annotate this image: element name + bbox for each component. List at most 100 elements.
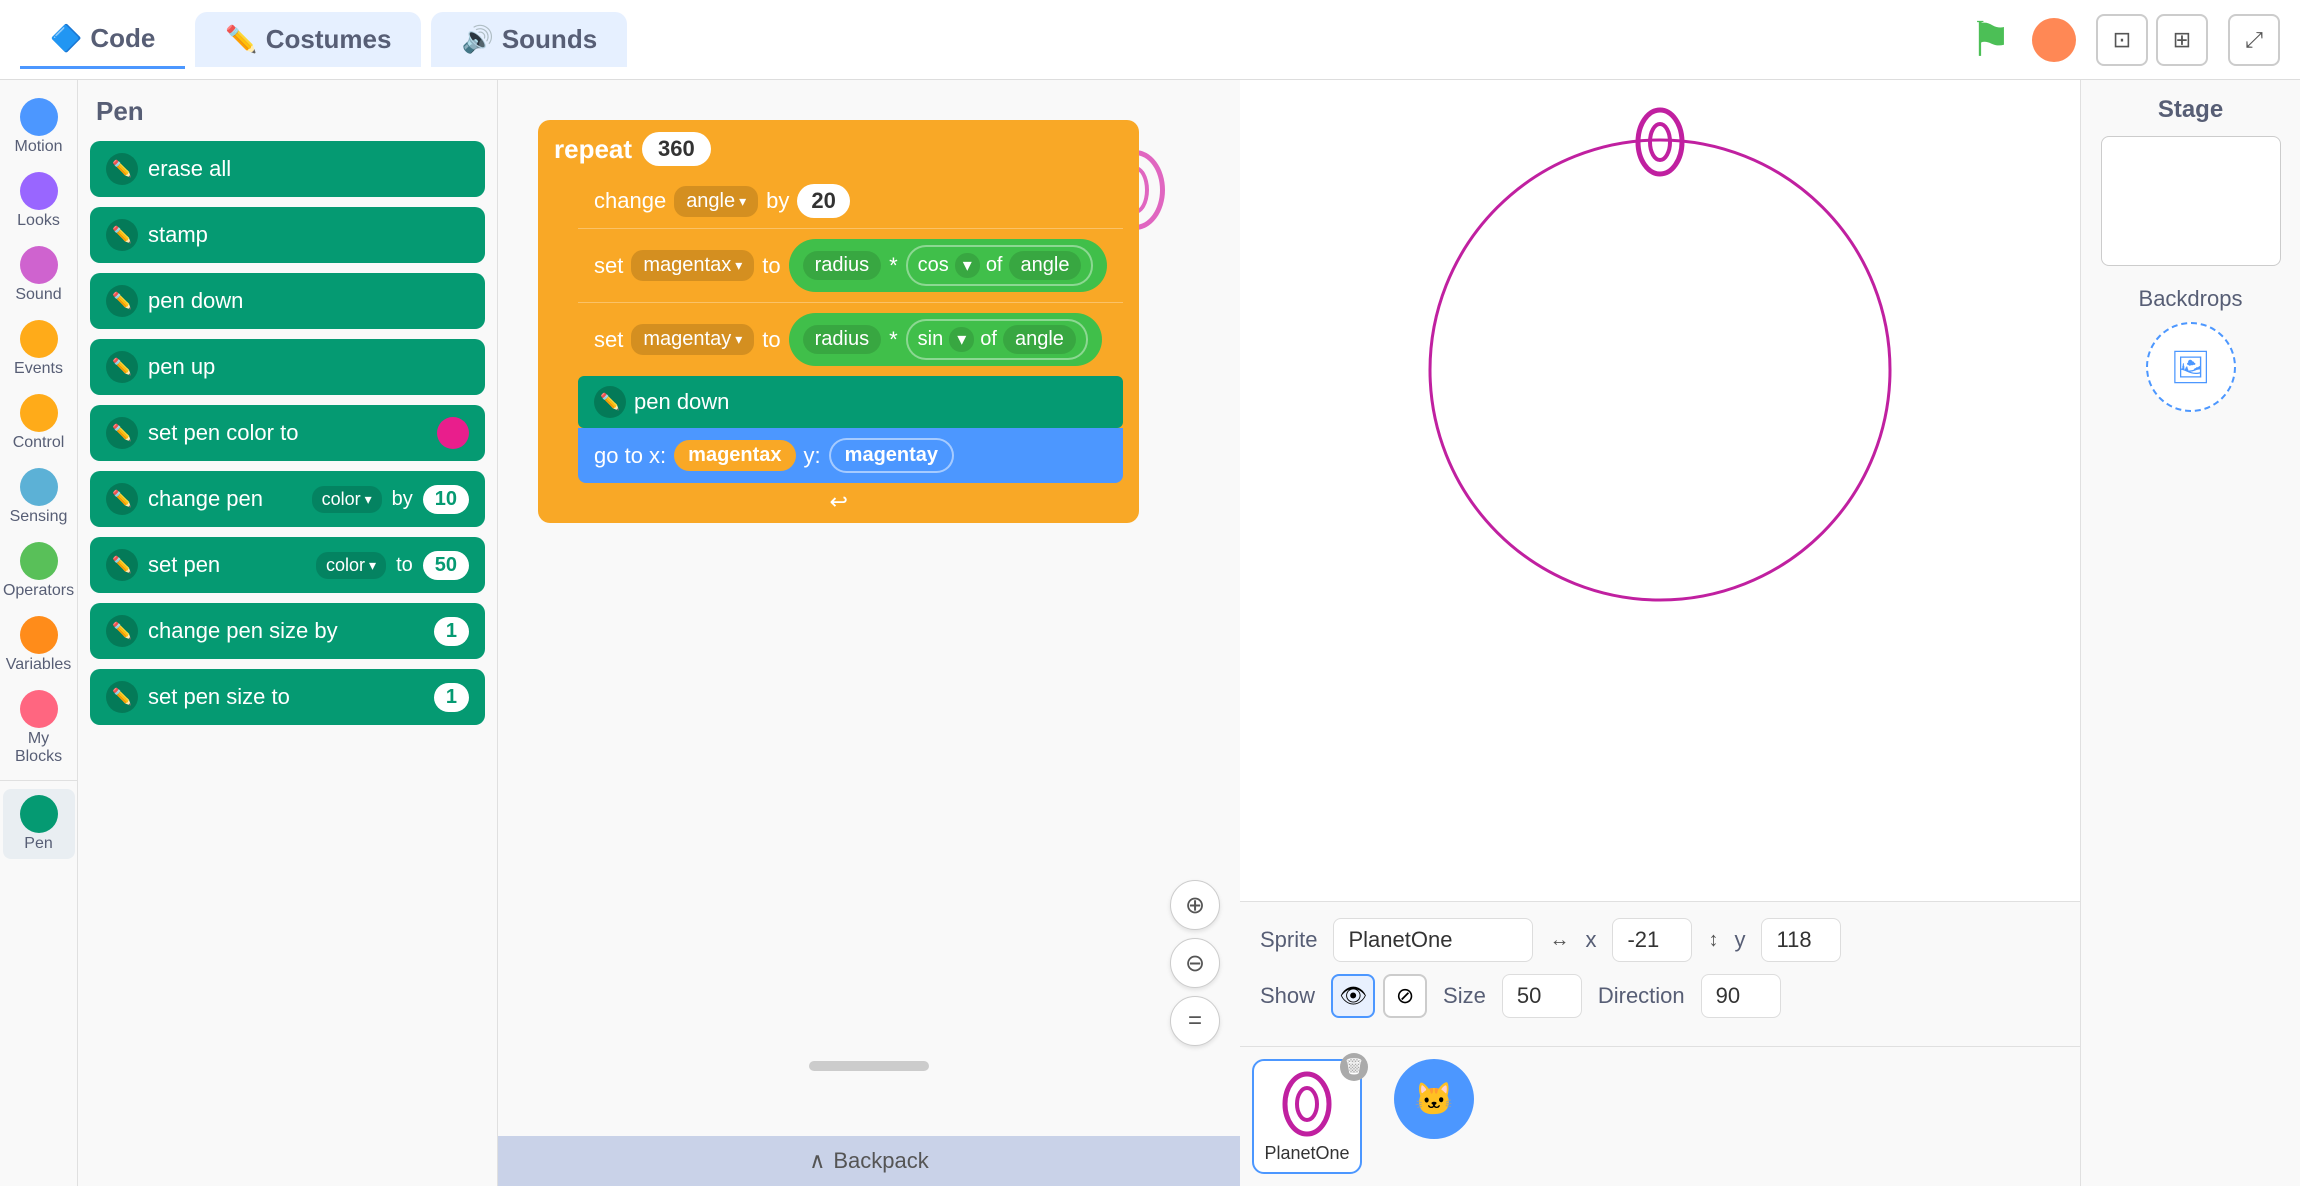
script-pen-down-block[interactable]: ✏️ pen down bbox=[578, 376, 1123, 428]
myblocks-label: My Blocks bbox=[7, 730, 71, 766]
horizontal-scrollbar[interactable] bbox=[809, 1061, 929, 1071]
sprite-delete-button[interactable]: 🗑 bbox=[1340, 1053, 1368, 1081]
script-set-magentax-block[interactable]: set magentax ▾ to radius * cos ▾ bbox=[578, 228, 1123, 302]
top-bar: 🔷 Code ✏️ Costumes 🔊 Sounds ⚑ ⊡ ⊞ ⤢ bbox=[0, 0, 2300, 80]
goto-y-val[interactable]: magentay bbox=[829, 438, 954, 473]
code-tab-label: Code bbox=[90, 23, 155, 54]
magentay-dropdown[interactable]: magentay ▾ bbox=[631, 324, 754, 355]
repeat-label: repeat bbox=[554, 134, 632, 165]
zoom-out-button[interactable]: ⊖ bbox=[1170, 938, 1220, 988]
sidebar-item-operators[interactable]: Operators bbox=[3, 536, 75, 606]
sidebar-item-looks[interactable]: Looks bbox=[3, 166, 75, 236]
script-set-magentay-block[interactable]: set magentay ▾ to radius * sin ▾ of bbox=[578, 302, 1123, 376]
sensing-label: Sensing bbox=[10, 508, 68, 526]
sidebar-item-control[interactable]: Control bbox=[3, 388, 75, 458]
zoom-in-button[interactable]: ⊕ bbox=[1170, 880, 1220, 930]
layout-split-button[interactable]: ⊡ bbox=[2096, 14, 2148, 66]
pen-set-size-icon: ✏️ bbox=[106, 681, 138, 713]
show-buttons: 👁 ⊘ bbox=[1331, 974, 1427, 1018]
set-pen-prop-value[interactable]: 50 bbox=[423, 551, 469, 580]
by-val-1[interactable]: 20 bbox=[797, 184, 849, 218]
sidebar-item-events[interactable]: Events bbox=[3, 314, 75, 384]
y-coord-label: y bbox=[1734, 927, 1745, 953]
sprite-thumbnail-planetone[interactable]: 🗑 PlanetOne bbox=[1252, 1059, 1362, 1174]
block-change-pen-color[interactable]: ✏️ change pen color ▾ by 10 bbox=[90, 471, 485, 527]
pen-color-swatch[interactable] bbox=[437, 417, 469, 449]
set-label-1: set bbox=[594, 253, 623, 279]
stop-button[interactable] bbox=[2032, 18, 2076, 62]
pen-color-dropdown[interactable]: color ▾ bbox=[312, 486, 382, 513]
backpack-bar[interactable]: ∧ Backpack bbox=[498, 1136, 1240, 1186]
blocks-section-title: Pen bbox=[90, 96, 485, 127]
magentax-dropdown[interactable]: magentax ▾ bbox=[631, 250, 754, 281]
goto-x-val[interactable]: magentax bbox=[674, 440, 795, 471]
script-blocks-container: repeat 360 change angle ▾ by 20 bbox=[538, 120, 1139, 523]
repeat-count[interactable]: 360 bbox=[642, 132, 711, 166]
set-label-2: set bbox=[594, 327, 623, 353]
sprite-list-panel: 🗑 PlanetOne 🐱 bbox=[1240, 1046, 2080, 1186]
sidebar-item-sensing[interactable]: Sensing bbox=[3, 462, 75, 532]
block-set-pen-property[interactable]: ✏️ set pen color ▾ to 50 bbox=[90, 537, 485, 593]
cos-block[interactable]: cos ▾ of angle bbox=[906, 245, 1094, 286]
to-label-2: to bbox=[762, 327, 780, 353]
script-canvas[interactable]: repeat 360 change angle ▾ by 20 bbox=[498, 80, 1240, 1126]
pen-size-change-icon: ✏️ bbox=[106, 615, 138, 647]
show-hidden-button[interactable]: ⊘ bbox=[1383, 974, 1427, 1018]
costumes-icon: ✏️ bbox=[225, 24, 257, 55]
block-set-pen-color[interactable]: ✏️ set pen color to bbox=[90, 405, 485, 461]
change-pen-size-amount[interactable]: 1 bbox=[434, 617, 469, 646]
sidebar-item-myblocks[interactable]: My Blocks bbox=[3, 684, 75, 772]
x-coord-input[interactable] bbox=[1612, 918, 1692, 962]
sidebar-item-motion[interactable]: Motion bbox=[3, 92, 75, 162]
x-arrow-icon: ↔ bbox=[1549, 929, 1569, 952]
block-pen-up[interactable]: ✏️ pen up bbox=[90, 339, 485, 395]
operators-dot bbox=[20, 542, 58, 580]
size-input[interactable] bbox=[1502, 974, 1582, 1018]
block-pen-down[interactable]: ✏️ pen down bbox=[90, 273, 485, 329]
set-pen-size-value[interactable]: 1 bbox=[434, 683, 469, 712]
pen-property-dropdown[interactable]: color ▾ bbox=[316, 552, 386, 579]
direction-label: Direction bbox=[1598, 983, 1685, 1009]
sprite-name-input[interactable] bbox=[1333, 918, 1533, 962]
costumes-tab[interactable]: ✏️ Costumes bbox=[195, 12, 421, 67]
script-change-angle-block[interactable]: change angle ▾ by 20 bbox=[578, 174, 1123, 228]
blocks-panel: Pen ✏️ erase all ✏️ stamp ✏️ pen down ✏️… bbox=[78, 80, 498, 1186]
backdrops-section: Backdrops 🖼 bbox=[2097, 286, 2284, 412]
block-change-pen-size[interactable]: ✏️ change pen size by 1 bbox=[90, 603, 485, 659]
script-goto-block[interactable]: go to x: magentax y: magentay bbox=[578, 428, 1123, 483]
cos-dropdown[interactable]: ▾ bbox=[955, 253, 980, 278]
change-pen-color-amount[interactable]: 10 bbox=[423, 485, 469, 514]
sensing-dot bbox=[20, 468, 58, 506]
block-erase-all[interactable]: ✏️ erase all bbox=[90, 141, 485, 197]
sounds-tab[interactable]: 🔊 Sounds bbox=[431, 12, 627, 67]
x-coord-label: x bbox=[1585, 927, 1596, 953]
angle-dropdown[interactable]: angle ▾ bbox=[674, 186, 758, 217]
block-stamp[interactable]: ✏️ stamp bbox=[90, 207, 485, 263]
sin-dropdown[interactable]: ▾ bbox=[949, 327, 974, 352]
sin-block[interactable]: sin ▾ of angle bbox=[906, 319, 1088, 360]
layout-wide-button[interactable]: ⊞ bbox=[2156, 14, 2208, 66]
block-set-pen-size[interactable]: ✏️ set pen size to 1 bbox=[90, 669, 485, 725]
green-flag-button[interactable]: ⚑ bbox=[1969, 12, 2012, 68]
costumes-tab-label: Costumes bbox=[266, 24, 392, 55]
add-sprite-button[interactable]: 🐱 bbox=[1394, 1059, 1474, 1139]
fullscreen-button[interactable]: ⤢ bbox=[2228, 14, 2280, 66]
show-visible-button[interactable]: 👁 bbox=[1331, 974, 1375, 1018]
block-pen-down-label: pen down bbox=[148, 288, 469, 314]
sidebar-item-pen[interactable]: Pen bbox=[3, 789, 75, 859]
angle-sin-val[interactable]: angle bbox=[1003, 325, 1076, 354]
code-tab[interactable]: 🔷 Code bbox=[20, 11, 185, 69]
block-change-pen-size-label: change pen size by bbox=[148, 618, 424, 644]
direction-input[interactable] bbox=[1701, 974, 1781, 1018]
radius-pill-2[interactable]: radius bbox=[803, 325, 881, 354]
sounds-icon: 🔊 bbox=[461, 24, 493, 55]
top-right-controls: ⚑ ⊡ ⊞ ⤢ bbox=[1969, 12, 2280, 68]
sidebar-item-variables[interactable]: Variables bbox=[3, 610, 75, 680]
sidebar-item-sound[interactable]: Sound bbox=[3, 240, 75, 310]
angle-cos-val[interactable]: angle bbox=[1009, 251, 1082, 280]
add-backdrop-button[interactable]: 🖼 bbox=[2146, 322, 2236, 412]
backpack-label: Backpack bbox=[833, 1148, 928, 1174]
zoom-reset-button[interactable]: = bbox=[1170, 996, 1220, 1046]
y-coord-input[interactable] bbox=[1761, 918, 1841, 962]
radius-pill-1[interactable]: radius bbox=[803, 251, 881, 280]
